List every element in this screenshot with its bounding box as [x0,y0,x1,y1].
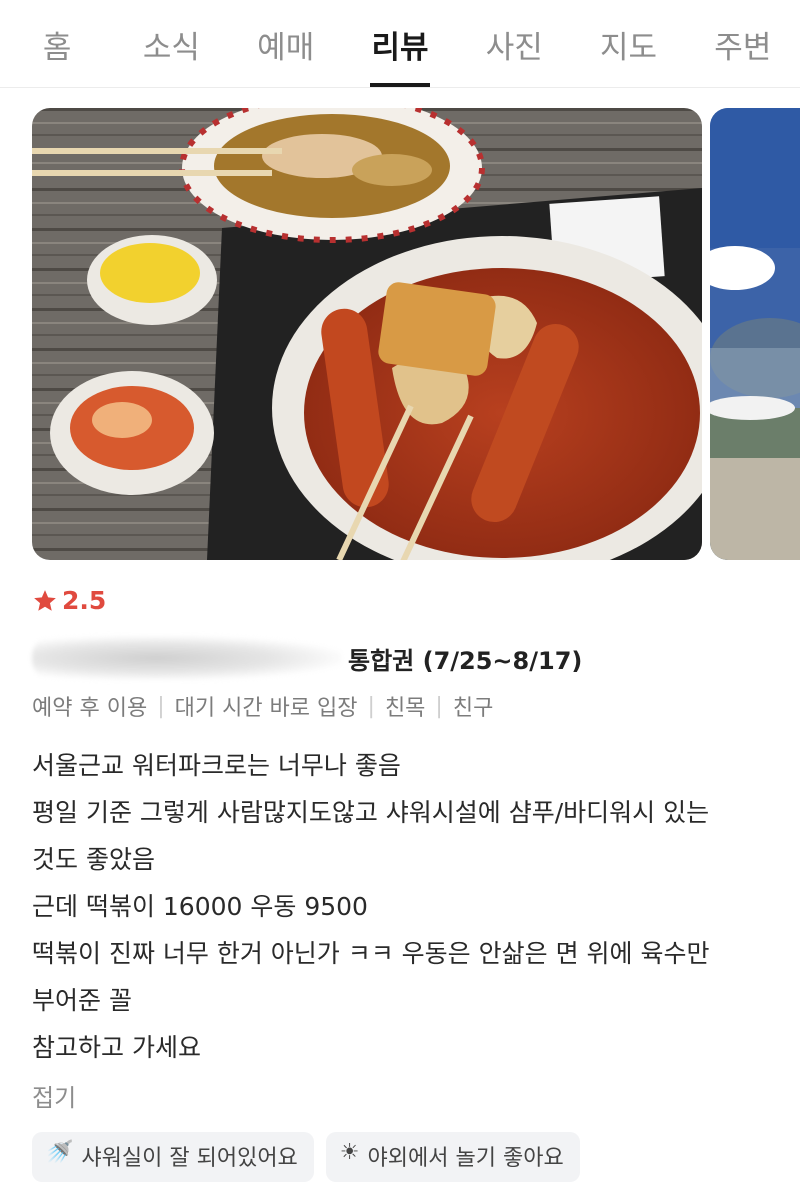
tag-divider: | [435,693,443,719]
tab-bar: 홈 소식 예매 리뷰 사진 지도 주변 [0,0,800,88]
tag-item: 친구 [452,696,494,721]
tab-home[interactable]: 홈 [0,0,114,88]
review-line: 서울근교 워터파크로는 너무나 좋음 [32,751,401,780]
tab-review[interactable]: 리뷰 [343,0,457,88]
tab-map[interactable]: 지도 [571,0,685,88]
review-line: 떡볶이 진짜 너무 한거 아닌가 ㅋㅋ 우동은 안삶은 면 위에 육수만 [32,939,710,968]
review-line: 평일 기준 그렇게 사람많지도않고 샤워시설에 샴푸/바디워시 있는 [32,798,710,827]
tag-divider: | [157,693,165,719]
tab-news[interactable]: 소식 [114,0,228,88]
review-line: 부어준 꼴 [32,986,132,1015]
food-photo-illustration [32,108,702,560]
sun-icon: ☀ [339,1140,360,1165]
keyword-chip[interactable]: 🚿 샤워실이 잘 되어있어요 [32,1132,314,1182]
tag-item: 대기 시간 바로 입장 [174,696,358,721]
tab-photos[interactable]: 사진 [457,0,571,88]
review-body: 서울근교 워터파크로는 너무나 좋음 평일 기준 그렇게 사람많지도않고 샤워시… [32,742,777,1071]
review-tags: 예약 후 이용 | 대기 시간 바로 입장 | 친목 | 친구 [32,690,493,722]
rating: 2.5 [32,586,106,615]
tag-item: 예약 후 이용 [32,696,148,721]
ticket-name: 통합권 (7/25~8/17) [32,636,582,680]
star-icon [34,589,56,611]
waterpark-photo-illustration [710,108,800,560]
keyword-chips: 🚿 샤워실이 잘 되어있어요 ☀ 야외에서 놀기 좋아요 [32,1132,580,1182]
keyword-chip-label: 샤워실이 잘 되어있어요 [81,1146,298,1171]
blurred-text [32,636,342,680]
keyword-chip[interactable]: ☀ 야외에서 놀기 좋아요 [325,1132,580,1182]
ticket-name-text: 통합권 (7/25~8/17) [348,646,583,675]
tab-nearby[interactable]: 주변 [686,0,800,88]
review-photo-food[interactable] [32,108,702,560]
review-line: 근데 떡볶이 16000 우동 9500 [32,892,368,921]
review-photo-waterpark[interactable] [710,108,800,560]
tab-booking[interactable]: 예매 [229,0,343,88]
tag-item: 친목 [384,696,426,721]
review-photo-carousel[interactable] [32,108,800,560]
shower-icon: 🚿 [46,1140,74,1165]
review-line: 참고하고 가세요 [32,1033,201,1062]
fold-button[interactable]: 접기 [32,1078,76,1113]
rating-value: 2.5 [62,586,107,615]
tag-divider: | [367,693,375,719]
keyword-chip-label: 야외에서 놀기 좋아요 [367,1146,564,1171]
review-line: 것도 좋았음 [32,845,155,874]
